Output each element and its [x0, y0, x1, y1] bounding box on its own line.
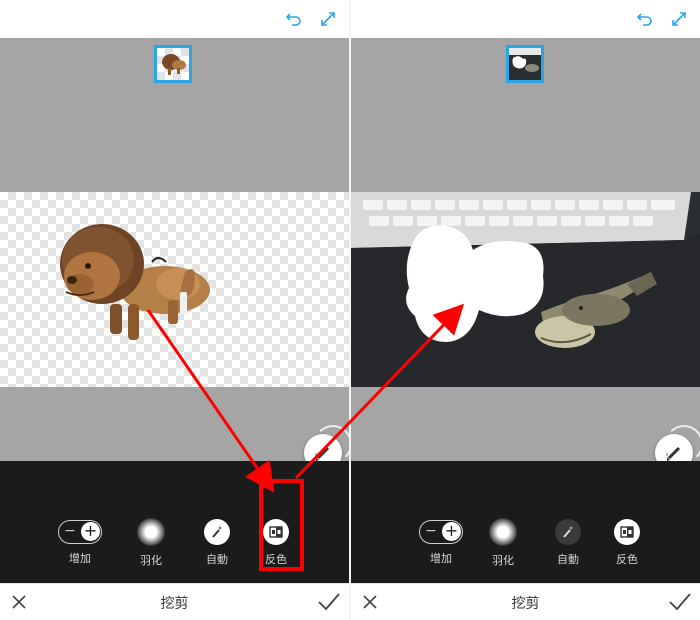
screen-title: 挖剪 [160, 596, 189, 612]
magic-wand-icon [555, 519, 581, 545]
tool-add[interactable]: − + 增加 [50, 519, 110, 566]
bottom-bar: 挖剪 [0, 583, 349, 620]
tool-label: 反色 [616, 553, 638, 566]
invert-icon [263, 519, 289, 545]
left-panel: − + 增加 羽化 自動 反色 挖剪 [0, 0, 349, 620]
tool-feather[interactable]: 羽化 [473, 518, 533, 568]
tool-bar: − + 增加 羽化 自動 反色 [0, 461, 349, 583]
undo-icon[interactable] [283, 8, 305, 30]
tool-label: 反色 [265, 553, 287, 566]
cutout-canvas[interactable] [0, 192, 349, 387]
tool-auto[interactable]: 自動 [538, 519, 598, 567]
feather-icon [489, 518, 517, 546]
top-bar [0, 0, 349, 39]
tool-feather[interactable]: 羽化 [121, 518, 181, 568]
screen-title: 挖剪 [511, 596, 540, 612]
tool-label: 自動 [557, 553, 579, 566]
add-stepper-icon: − + [58, 520, 102, 544]
tool-label: 增加 [430, 552, 452, 565]
canvas-margin-bottom [0, 387, 349, 461]
undo-icon[interactable] [634, 8, 656, 30]
bottom-bar: 挖剪 [351, 583, 700, 620]
tool-invert[interactable]: 反色 [246, 519, 306, 567]
tool-label: 羽化 [140, 554, 162, 567]
confirm-icon[interactable] [668, 591, 692, 613]
right-panel: − + 增加 羽化 自動 反色 挖剪 [351, 0, 700, 620]
top-bar [351, 0, 700, 39]
feather-icon [137, 518, 165, 546]
thumbnail-preview[interactable] [154, 45, 192, 83]
canvas-margin-bottom [351, 387, 700, 461]
confirm-icon[interactable] [317, 591, 341, 613]
expand-icon[interactable] [668, 8, 690, 30]
tool-label: 增加 [69, 552, 91, 565]
cutout-canvas[interactable] [351, 192, 700, 387]
thumbnail-preview[interactable] [506, 45, 544, 83]
add-stepper-icon: − + [419, 520, 463, 544]
tool-label: 羽化 [492, 554, 514, 567]
expand-icon[interactable] [317, 8, 339, 30]
invert-icon [614, 519, 640, 545]
crocodile-photo-image [351, 192, 700, 387]
tool-bar: − + 增加 羽化 自動 反色 [351, 461, 700, 583]
tool-add[interactable]: − + 增加 [411, 519, 471, 566]
tool-auto[interactable]: 自動 [187, 519, 247, 567]
tool-invert[interactable]: 反色 [597, 519, 657, 567]
tool-label: 自動 [206, 553, 228, 566]
magic-wand-icon [204, 519, 230, 545]
lion-cutout-image [60, 224, 210, 340]
